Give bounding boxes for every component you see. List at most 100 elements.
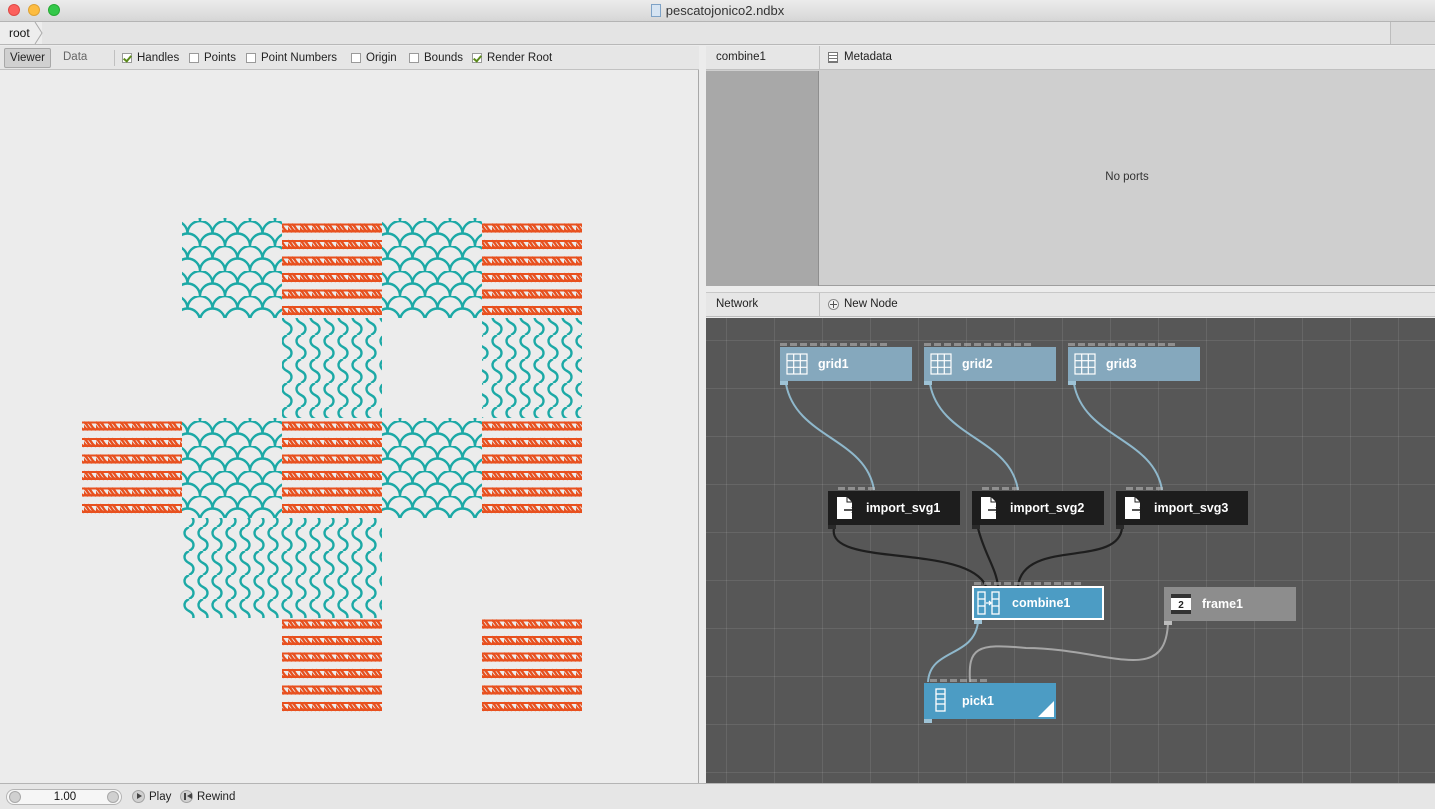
header-divider bbox=[819, 293, 820, 317]
node-import_svg2[interactable]: import_svg2 bbox=[972, 487, 1104, 529]
frame-value[interactable]: 1.00 bbox=[27, 791, 103, 803]
handles-toggle[interactable]: Handles bbox=[122, 52, 179, 64]
import-file-icon bbox=[1125, 497, 1145, 519]
toolbar-divider bbox=[114, 50, 115, 66]
pattern-tile-waves bbox=[482, 318, 582, 418]
tile-grid bbox=[82, 218, 582, 718]
node-label: import_svg3 bbox=[1154, 501, 1229, 515]
node-grid1[interactable]: grid1 bbox=[780, 343, 912, 385]
input-ports[interactable] bbox=[982, 487, 1019, 491]
connection-combine1-pick1[interactable] bbox=[927, 621, 979, 683]
connection-frame1-pick1[interactable] bbox=[968, 621, 1169, 683]
viewer-canvas[interactable] bbox=[0, 71, 698, 783]
checkbox[interactable] bbox=[409, 53, 419, 63]
output-port[interactable] bbox=[1068, 381, 1076, 385]
pick-list-icon bbox=[935, 688, 946, 712]
connection-layer bbox=[785, 383, 1169, 683]
output-port[interactable] bbox=[972, 525, 980, 529]
connection-grid1-import_svg1[interactable] bbox=[785, 383, 875, 491]
play-button[interactable]: Play bbox=[132, 790, 171, 803]
input-ports[interactable] bbox=[838, 487, 875, 491]
node-label: grid3 bbox=[1106, 357, 1137, 371]
input-ports[interactable] bbox=[974, 582, 1081, 586]
window-title: pescatojonico2.ndbx bbox=[0, 3, 1435, 18]
rewind-label: Rewind bbox=[197, 790, 236, 803]
playback-bar: 1.00 Play Rewind bbox=[0, 783, 1435, 809]
connection-import_svg2-combine1[interactable] bbox=[976, 527, 1000, 587]
points-toggle[interactable]: Points bbox=[189, 52, 236, 64]
connection-grid3-import_svg3[interactable] bbox=[1073, 383, 1163, 491]
checkbox[interactable] bbox=[472, 53, 482, 63]
pattern-tile-ropes bbox=[482, 218, 582, 318]
checkbox[interactable] bbox=[122, 53, 132, 63]
pattern-tile-scales bbox=[182, 218, 282, 318]
new-node-button[interactable]: New Node bbox=[828, 298, 898, 310]
output-port[interactable] bbox=[924, 719, 932, 723]
network-title: Network bbox=[716, 298, 759, 310]
port-panel-header: combine1 Metadata bbox=[706, 46, 1435, 70]
title-bar: pescatojonico2.ndbx bbox=[0, 0, 1435, 22]
metadata-button[interactable]: Metadata bbox=[828, 51, 892, 63]
render-root-label: Render Root bbox=[487, 52, 553, 64]
connection-import_svg3-combine1[interactable] bbox=[1016, 527, 1124, 587]
output-port[interactable] bbox=[828, 525, 836, 529]
connection-grid2-import_svg2[interactable] bbox=[929, 383, 1019, 491]
import-file-icon bbox=[837, 497, 857, 519]
checkbox[interactable] bbox=[246, 53, 256, 63]
node-import_svg3[interactable]: import_svg3 bbox=[1116, 487, 1248, 529]
tab-viewer[interactable]: Viewer bbox=[4, 48, 51, 68]
origin-label: Origin bbox=[366, 52, 397, 64]
plus-icon bbox=[828, 298, 839, 310]
no-ports-message: No ports bbox=[1105, 171, 1149, 183]
pattern-tile-waves bbox=[282, 318, 382, 418]
grid-icon bbox=[930, 353, 952, 375]
point-numbers-toggle[interactable]: Point Numbers bbox=[246, 52, 337, 64]
pattern-tile-waves bbox=[282, 518, 382, 618]
network-canvas[interactable]: grid1 grid2 grid3 import_svg1 import_svg… bbox=[706, 318, 1435, 783]
pattern-tile-scales bbox=[382, 418, 482, 518]
node-import_svg1[interactable]: import_svg1 bbox=[828, 487, 960, 529]
rendered-flag-icon bbox=[1038, 701, 1054, 717]
node-label: frame1 bbox=[1202, 597, 1243, 611]
node-label: pick1 bbox=[962, 694, 994, 708]
pattern-tile-ropes bbox=[282, 618, 382, 718]
node-combine1[interactable]: combine1 bbox=[972, 582, 1104, 624]
window-title-text: pescatojonico2.ndbx bbox=[665, 3, 785, 18]
tab-data[interactable]: Data bbox=[58, 48, 92, 68]
input-ports[interactable] bbox=[930, 679, 987, 683]
connection-import_svg1-combine1[interactable] bbox=[832, 527, 987, 587]
rewind-icon bbox=[180, 790, 193, 803]
breadcrumb-end-button[interactable] bbox=[1390, 22, 1435, 44]
origin-toggle[interactable]: Origin bbox=[351, 52, 397, 64]
input-ports[interactable] bbox=[780, 343, 887, 347]
checkbox[interactable] bbox=[189, 53, 199, 63]
output-port[interactable] bbox=[974, 620, 982, 624]
node-grid3[interactable]: grid3 bbox=[1068, 343, 1200, 385]
frame-increment-button[interactable] bbox=[107, 791, 119, 803]
grid-icon bbox=[786, 353, 808, 375]
play-icon bbox=[132, 790, 145, 803]
output-port[interactable] bbox=[1116, 525, 1124, 529]
checkbox[interactable] bbox=[351, 53, 361, 63]
render-root-toggle[interactable]: Render Root bbox=[472, 52, 552, 64]
port-panel: combine1 Metadata No ports bbox=[706, 46, 1435, 286]
pattern-tile-ropes bbox=[82, 418, 182, 518]
frame-decrement-button[interactable] bbox=[9, 791, 21, 803]
input-ports[interactable] bbox=[924, 343, 1031, 347]
point-numbers-label: Point Numbers bbox=[261, 52, 338, 64]
output-port[interactable] bbox=[924, 381, 932, 385]
new-node-label: New Node bbox=[844, 298, 898, 310]
node-frame1[interactable]: 2 frame1 bbox=[1164, 587, 1296, 625]
input-ports[interactable] bbox=[1068, 343, 1175, 347]
frame-number-field[interactable]: 1.00 bbox=[6, 789, 122, 805]
node-pick1[interactable]: pick1 bbox=[924, 679, 1056, 723]
input-ports[interactable] bbox=[1126, 487, 1163, 491]
rewind-button[interactable]: Rewind bbox=[180, 790, 235, 803]
header-divider bbox=[819, 46, 820, 70]
node-grid2[interactable]: grid2 bbox=[924, 343, 1056, 385]
breadcrumb: root bbox=[0, 22, 1435, 45]
output-port[interactable] bbox=[780, 381, 788, 385]
output-port[interactable] bbox=[1164, 621, 1172, 625]
bounds-toggle[interactable]: Bounds bbox=[409, 52, 463, 64]
pattern-tile-ropes bbox=[482, 418, 582, 518]
